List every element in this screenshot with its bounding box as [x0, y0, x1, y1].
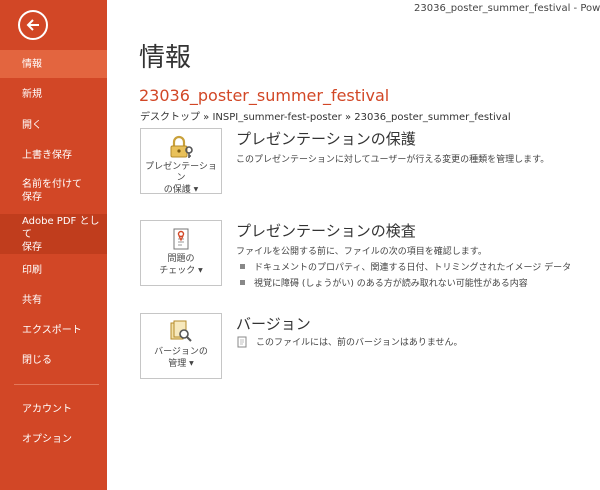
section-description: このプレゼンテーションに対してユーザーが行える変更の種類を管理します。 [236, 155, 550, 165]
section-description: ファイルを公開する前に、ファイルの次の項目を確認します。 [236, 247, 487, 257]
page-title: 情報 [139, 43, 192, 73]
window-title: 23036_poster_summer_festival - PowerPoin… [414, 3, 600, 14]
breadcrumb[interactable]: デスクトップ » INSPI_summer-fest-poster » 2303… [140, 108, 511, 123]
list-item: 視覚に障碍 (しょうがい) のある方が読み取れない可能性がある内容 [240, 276, 528, 289]
bullet-icon [240, 280, 245, 285]
caret-down-icon: ▼ [193, 186, 199, 193]
backstage-sidebar: 情報 新規 開く 上書き保存 名前を付けて 保存 Adobe PDF として 保… [0, 0, 107, 490]
versions-status: このファイルには、前のバージョンはありません。 [236, 335, 463, 348]
manage-versions-button[interactable]: バージョンの 管理 ▼ [140, 313, 222, 379]
document-search-icon [168, 320, 194, 344]
caret-down-icon: ▼ [198, 267, 203, 274]
nav-item-account[interactable]: アカウント [0, 395, 107, 423]
nav-item-save-as[interactable]: 名前を付けて 保存 [0, 171, 107, 211]
protect-presentation-button[interactable]: プレゼンテーション の保護 ▼ [140, 128, 222, 195]
bullet-icon [240, 264, 245, 269]
nav-item-options[interactable]: オプション [0, 425, 107, 453]
nav-item-info[interactable]: 情報 [0, 50, 107, 78]
caret-down-icon: ▼ [189, 360, 194, 367]
nav-item-export[interactable]: エクスポート [0, 316, 107, 344]
arrow-left-icon [26, 19, 39, 31]
section-title: プレゼンテーションの検査 [236, 222, 416, 240]
nav-item-new[interactable]: 新規 [0, 80, 107, 108]
nav-item-open[interactable]: 開く [0, 111, 107, 139]
section-title: バージョン [236, 315, 311, 333]
lock-key-icon [168, 135, 194, 159]
document-icon [237, 336, 247, 347]
check-for-issues-button[interactable]: 問題の チェック ▼ [140, 220, 222, 286]
document-name: 23036_poster_summer_festival [139, 86, 390, 105]
backstage-nav: 情報 新規 開く 上書き保存 名前を付けて 保存 Adobe PDF として 保… [0, 50, 107, 453]
list-item: ドキュメントのプロパティ、関連する日付、トリミングされたイメージ データ [240, 260, 571, 273]
nav-item-save[interactable]: 上書き保存 [0, 141, 107, 169]
section-title: プレゼンテーションの保護 [236, 130, 416, 148]
document-check-icon [169, 227, 193, 251]
nav-item-close[interactable]: 閉じる [0, 346, 107, 374]
nav-item-share[interactable]: 共有 [0, 286, 107, 314]
back-button[interactable] [18, 10, 48, 40]
nav-item-save-as-adobe-pdf[interactable]: Adobe PDF として 保存 [0, 214, 107, 254]
nav-item-print[interactable]: 印刷 [0, 256, 107, 284]
nav-divider [14, 384, 99, 385]
